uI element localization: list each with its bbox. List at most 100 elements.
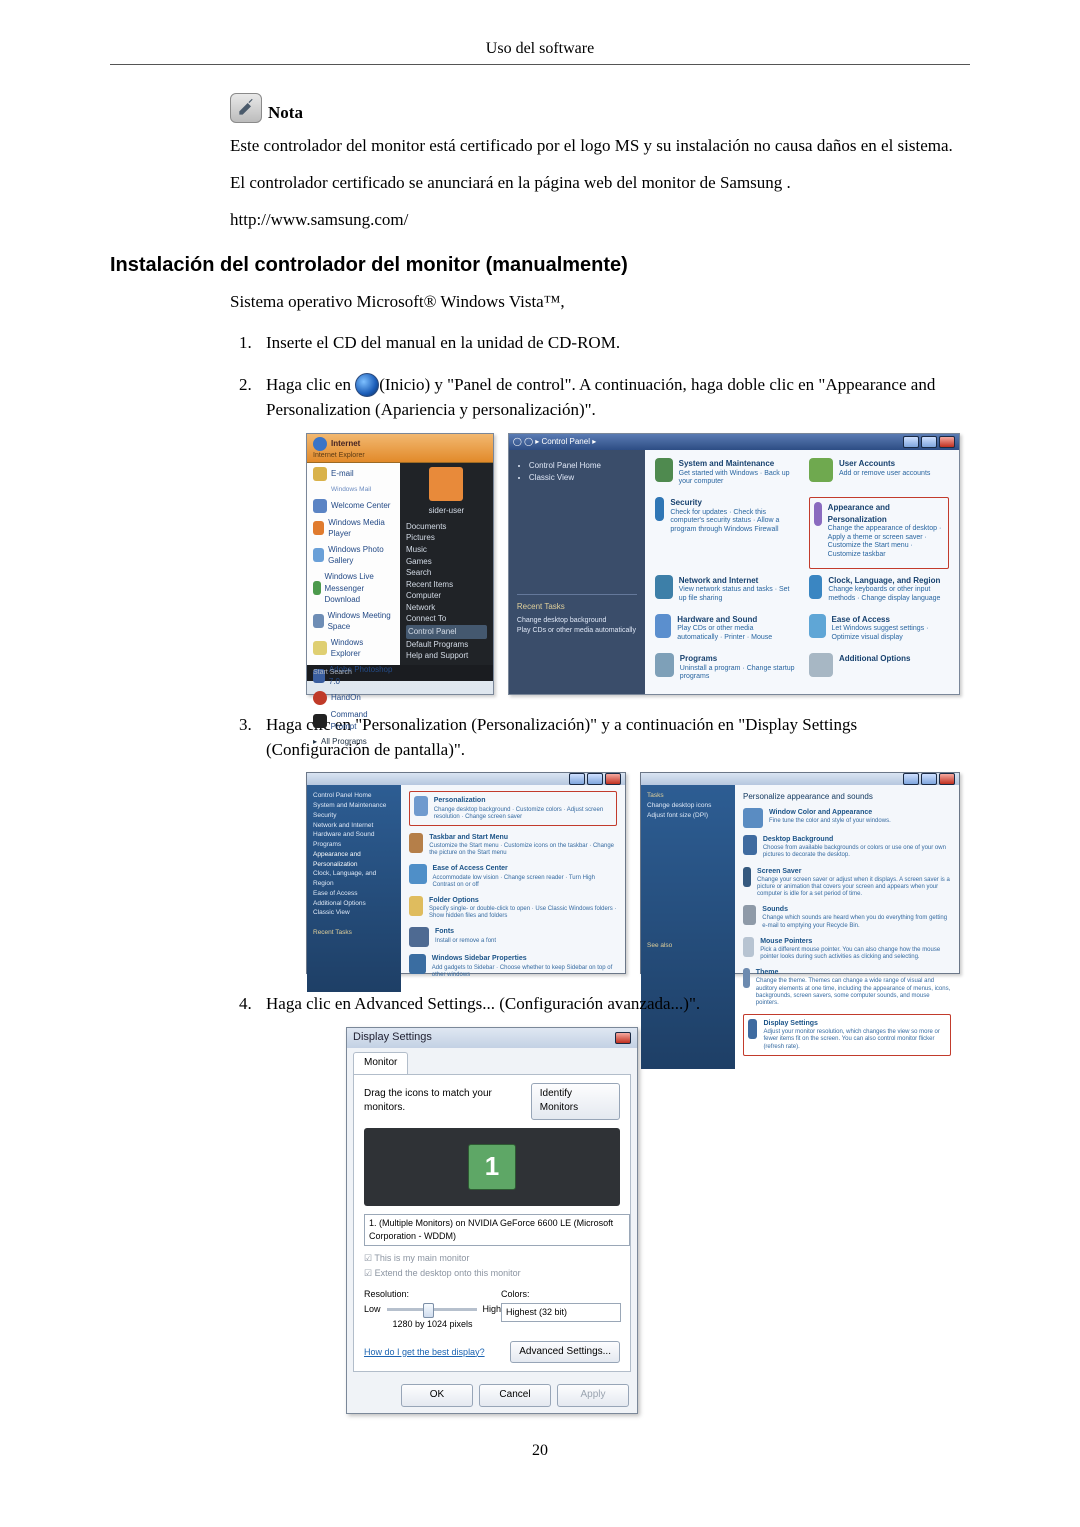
all-programs[interactable]: ▸ All Programs: [313, 736, 394, 748]
start-item[interactable]: Windows Photo Gallery: [313, 544, 394, 567]
start-right-item[interactable]: Search: [406, 567, 487, 579]
p-item-display-settings[interactable]: Display SettingsAdjust your monitor reso…: [743, 1014, 951, 1056]
maximize-button[interactable]: [921, 773, 937, 785]
sidebar-item[interactable]: Clock, Language, and Region: [313, 869, 395, 889]
start-item[interactable]: Windows Media Player: [313, 517, 394, 540]
start-item[interactable]: Windows Explorer: [313, 637, 394, 660]
start-item[interactable]: E-mail: [313, 467, 394, 481]
item-taskbar[interactable]: Taskbar and Start MenuCustomize the Star…: [409, 833, 617, 858]
p-item-mouse[interactable]: Mouse PointersPick a different mouse poi…: [743, 937, 951, 962]
sidebar-item[interactable]: Ease of Access: [313, 889, 395, 899]
p-item-background[interactable]: Desktop BackgroundChoose from available …: [743, 835, 951, 860]
minimize-button[interactable]: [903, 436, 919, 448]
chk-extend-desktop: ☑ Extend the desktop onto this monitor: [364, 1267, 620, 1280]
sidebar-item[interactable]: Additional Options: [313, 899, 395, 909]
resolution-slider[interactable]: Low High: [364, 1303, 501, 1316]
task-link[interactable]: Change desktop icons: [647, 801, 729, 811]
figure-control-panel: Internet Internet Explorer E-mail Window…: [306, 433, 960, 695]
tab-monitor[interactable]: Monitor: [353, 1052, 408, 1074]
note-paragraph-1: Este controlador del monitor está certif…: [230, 135, 960, 158]
start-right-item[interactable]: Recent Items: [406, 579, 487, 591]
classic-view-link[interactable]: Classic View: [529, 472, 637, 484]
start-control-panel[interactable]: Control Panel: [406, 625, 487, 639]
cp-sidebar: Control Panel Home Classic View Recent T…: [509, 450, 645, 694]
cat-network[interactable]: Network and InternetView network status …: [655, 575, 795, 608]
close-button[interactable]: [939, 436, 955, 448]
section-heading: Instalación del controlador del monitor …: [110, 254, 970, 277]
item-ease[interactable]: Ease of Access CenterAccommodate low vis…: [409, 864, 617, 889]
start-right-item[interactable]: Documents: [406, 521, 487, 533]
task-link[interactable]: Adjust font size (DPI): [647, 811, 729, 821]
start-right-item[interactable]: Help and Support: [406, 650, 487, 662]
start-item[interactable]: HandOn: [313, 691, 394, 705]
header-rule: [110, 64, 970, 65]
sidebar-item[interactable]: System and Maintenance: [313, 801, 395, 811]
figure-display-settings: Display Settings Monitor Drag the icons …: [306, 1027, 960, 1414]
minimize-button[interactable]: [903, 773, 919, 785]
start-right-item[interactable]: Computer: [406, 590, 487, 602]
personalization-main: Personalize appearance and sounds Window…: [735, 785, 959, 1068]
item-folder[interactable]: Folder OptionsSpecify single- or double-…: [409, 896, 617, 921]
p-item-screensaver[interactable]: Screen SaverChange your screen saver or …: [743, 867, 951, 899]
chk-main-monitor: ☑ This is my main monitor: [364, 1252, 620, 1265]
help-link[interactable]: How do I get the best display?: [364, 1346, 485, 1359]
sidebar-item[interactable]: Security: [313, 811, 395, 821]
note-paragraph-2: El controlador certificado se anunciará …: [230, 172, 960, 195]
item-sidebar-props[interactable]: Windows Sidebar PropertiesAdd gadgets to…: [409, 954, 617, 979]
apply-button[interactable]: Apply: [557, 1384, 629, 1407]
start-right-item[interactable]: Pictures: [406, 532, 487, 544]
sidebar-item[interactable]: Classic View: [313, 908, 395, 918]
drag-label: Drag the icons to match your monitors.: [364, 1087, 531, 1116]
start-item[interactable]: Windows Live Messenger Download: [313, 571, 394, 606]
sidebar-item[interactable]: Network and Internet: [313, 821, 395, 831]
maximize-button[interactable]: [587, 773, 603, 785]
start-right-item[interactable]: Default Programs: [406, 639, 487, 651]
advanced-settings-button[interactable]: Advanced Settings...: [510, 1341, 620, 1364]
cp-home-link[interactable]: Control Panel Home: [529, 460, 637, 472]
appearance-window: Control Panel Home System and Maintenanc…: [306, 772, 626, 974]
item-personalization[interactable]: PersonalizationChange desktop background…: [409, 791, 617, 826]
cat-hardware[interactable]: Hardware and SoundPlay CDs or other medi…: [655, 614, 795, 647]
start-item[interactable]: Welcome Center: [313, 499, 394, 513]
cat-system[interactable]: System and MaintenanceGet started with W…: [655, 458, 795, 491]
sidebar-item[interactable]: Hardware and Sound: [313, 830, 395, 840]
maximize-button[interactable]: [921, 436, 937, 448]
start-right-item[interactable]: Connect To: [406, 613, 487, 625]
page-section-title: Uso del software: [110, 40, 970, 58]
sidebar-item[interactable]: Appearance and Personalization: [313, 850, 395, 870]
item-fonts[interactable]: FontsInstall or remove a font: [409, 927, 617, 947]
sidebar-item[interactable]: Programs: [313, 840, 395, 850]
p-item-theme[interactable]: ThemeChange the theme. Themes can change…: [743, 968, 951, 1007]
start-menu-window: Internet Internet Explorer E-mail Window…: [306, 433, 494, 695]
personalization-window: Tasks Change desktop icons Adjust font s…: [640, 772, 960, 974]
close-button[interactable]: [615, 1032, 631, 1044]
p-item-sounds[interactable]: SoundsChange which sounds are heard when…: [743, 905, 951, 930]
minimize-button[interactable]: [569, 773, 585, 785]
start-item[interactable]: Windows Meeting Space: [313, 610, 394, 633]
cat-users[interactable]: User AccountsAdd or remove user accounts: [809, 458, 949, 491]
p-item-color[interactable]: Window Color and AppearanceFine tune the…: [743, 808, 951, 828]
start-right-item[interactable]: Games: [406, 556, 487, 568]
cat-programs[interactable]: ProgramsUninstall a program · Change sta…: [655, 653, 795, 686]
monitor-1-icon[interactable]: 1: [468, 1144, 516, 1190]
start-right-item[interactable]: Music: [406, 544, 487, 556]
cancel-button[interactable]: Cancel: [479, 1384, 551, 1407]
start-orb-icon: [355, 373, 379, 397]
monitor-select[interactable]: 1. (Multiple Monitors) on NVIDIA GeForce…: [364, 1214, 630, 1246]
step-2: Haga clic en (Inicio) y "Panel de contro…: [256, 373, 960, 695]
identify-monitors-button[interactable]: Identify Monitors: [531, 1083, 620, 1120]
cat-appearance[interactable]: Appearance and PersonalizationChange the…: [809, 497, 949, 569]
close-button[interactable]: [939, 773, 955, 785]
colors-select[interactable]: Highest (32 bit): [501, 1303, 621, 1322]
start-right-item[interactable]: Network: [406, 602, 487, 614]
start-item[interactable]: Command Prompt: [313, 709, 394, 732]
cat-additional[interactable]: Additional Options: [809, 653, 949, 686]
ok-button[interactable]: OK: [401, 1384, 473, 1407]
sidebar-item[interactable]: Control Panel Home: [313, 791, 395, 801]
monitor-preview[interactable]: 1: [364, 1128, 620, 1206]
note-label: Nota: [268, 103, 303, 123]
close-button[interactable]: [605, 773, 621, 785]
cat-security[interactable]: SecurityCheck for updates · Check this c…: [655, 497, 795, 569]
cat-ease[interactable]: Ease of AccessLet Windows suggest settin…: [809, 614, 949, 647]
cat-clock[interactable]: Clock, Language, and RegionChange keyboa…: [809, 575, 949, 608]
